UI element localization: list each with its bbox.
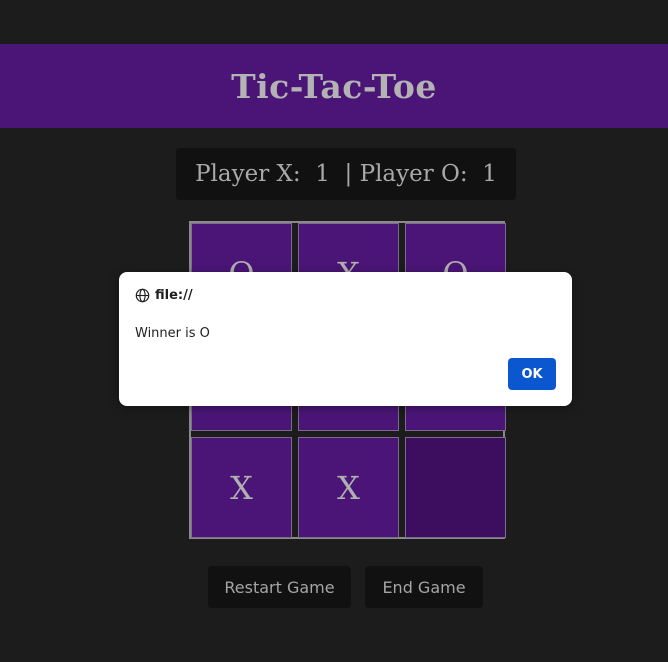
restart-game-button[interactable]: Restart Game (208, 566, 351, 608)
dialog-message: Winner is O (135, 326, 210, 341)
ok-button[interactable]: OK (508, 358, 556, 390)
dialog-origin: file:// (135, 288, 193, 303)
alert-dialog: file:// Winner is O OK (119, 272, 572, 406)
scoreboard: Player X: 1 | Player O: 1 (176, 148, 516, 200)
dialog-origin-text: file:// (155, 288, 193, 303)
end-game-button[interactable]: End Game (365, 566, 483, 608)
board-cell-7[interactable]: X (191, 437, 292, 538)
page-title: Tic-Tac-Toe (231, 66, 437, 106)
board-cell-8[interactable]: X (298, 437, 399, 538)
header-bar: Tic-Tac-Toe (0, 44, 668, 128)
globe-icon (135, 288, 150, 303)
board-cell-9[interactable] (405, 437, 506, 538)
